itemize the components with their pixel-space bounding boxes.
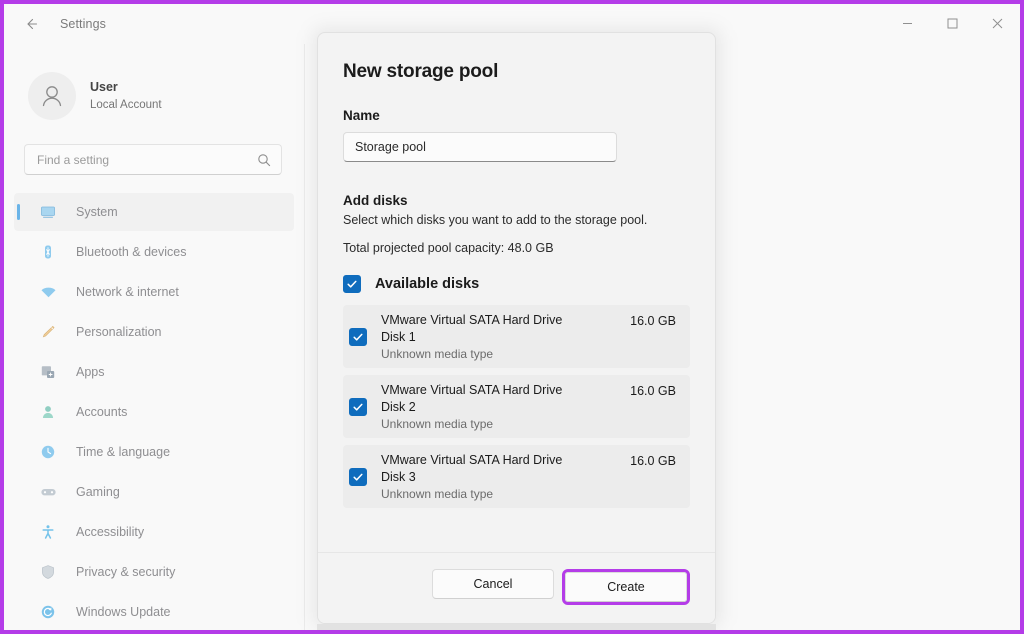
disk-media-type: Unknown media type bbox=[381, 486, 630, 503]
dialog-title: New storage pool bbox=[343, 61, 690, 83]
avatar bbox=[28, 72, 76, 120]
disk-text: VMware Virtual SATA Hard Drive Disk 2 Un… bbox=[381, 381, 630, 433]
dialog-bottom-strip bbox=[317, 624, 716, 630]
disk-text: VMware Virtual SATA Hard Drive Disk 3 Un… bbox=[381, 451, 630, 503]
available-disks-label: Available disks bbox=[375, 276, 479, 292]
window-title: Settings bbox=[60, 17, 106, 31]
table-row[interactable]: VMware Virtual SATA Hard Drive Disk 1 Un… bbox=[343, 305, 690, 368]
sidebar-item-label: Accessibility bbox=[76, 525, 144, 539]
account-block[interactable]: User Local Account bbox=[4, 44, 304, 128]
close-icon bbox=[992, 18, 1003, 29]
table-row[interactable]: VMware Virtual SATA Hard Drive Disk 3 Un… bbox=[343, 445, 690, 508]
disk-size: 16.0 GB bbox=[630, 314, 676, 328]
disk-name: Disk 1 bbox=[381, 329, 630, 346]
back-button[interactable] bbox=[14, 7, 48, 41]
clock-icon bbox=[38, 442, 58, 462]
maximize-icon bbox=[947, 18, 958, 29]
cancel-button[interactable]: Cancel bbox=[432, 569, 554, 599]
table-row[interactable]: VMware Virtual SATA Hard Drive Disk 2 Un… bbox=[343, 375, 690, 438]
sidebar-nav: System Bluetooth & devices Network & int… bbox=[4, 193, 304, 630]
bluetooth-icon bbox=[38, 242, 58, 262]
account-name: User bbox=[90, 79, 162, 95]
disk-checkbox[interactable] bbox=[349, 398, 367, 416]
name-label: Name bbox=[343, 108, 690, 123]
search-box[interactable] bbox=[24, 144, 282, 175]
disk-checkbox[interactable] bbox=[349, 328, 367, 346]
sidebar-item-label: Gaming bbox=[76, 485, 120, 499]
create-button[interactable]: Create bbox=[565, 572, 687, 602]
brush-icon bbox=[38, 322, 58, 342]
sidebar-item-bluetooth-devices[interactable]: Bluetooth & devices bbox=[14, 233, 294, 271]
search-input[interactable] bbox=[37, 153, 257, 167]
dialog-body: New storage pool Name Add disks Select w… bbox=[318, 33, 715, 552]
wifi-icon bbox=[38, 282, 58, 302]
close-button[interactable] bbox=[975, 4, 1020, 42]
sidebar-item-label: Personalization bbox=[76, 325, 161, 339]
minimize-icon bbox=[902, 18, 913, 29]
content-divider bbox=[304, 44, 305, 630]
sidebar-item-label: System bbox=[76, 205, 118, 219]
arrow-left-icon bbox=[23, 16, 39, 32]
account-icon bbox=[38, 402, 58, 422]
apps-icon bbox=[38, 362, 58, 382]
sidebar-item-personalization[interactable]: Personalization bbox=[14, 313, 294, 351]
sidebar-item-windows-update[interactable]: Windows Update bbox=[14, 593, 294, 630]
new-storage-pool-dialog: New storage pool Name Add disks Select w… bbox=[317, 32, 716, 624]
accessibility-icon bbox=[38, 522, 58, 542]
disk-name: Disk 3 bbox=[381, 469, 630, 486]
disk-list: VMware Virtual SATA Hard Drive Disk 1 Un… bbox=[343, 305, 690, 508]
update-icon bbox=[38, 602, 58, 622]
account-text: User Local Account bbox=[90, 79, 162, 113]
sidebar-item-accessibility[interactable]: Accessibility bbox=[14, 513, 294, 551]
sidebar-item-label: Apps bbox=[76, 365, 105, 379]
disk-model: VMware Virtual SATA Hard Drive bbox=[381, 383, 562, 397]
annotation-frame: Settings bbox=[0, 0, 1024, 634]
disk-model: VMware Virtual SATA Hard Drive bbox=[381, 313, 562, 327]
name-input[interactable] bbox=[343, 132, 617, 162]
shield-icon bbox=[38, 562, 58, 582]
available-disks-checkbox[interactable] bbox=[343, 275, 361, 293]
sidebar-item-network-internet[interactable]: Network & internet bbox=[14, 273, 294, 311]
total-capacity-text: Total projected pool capacity: 48.0 GB bbox=[343, 241, 690, 255]
create-button-highlight: Create bbox=[562, 569, 690, 605]
account-subtitle: Local Account bbox=[90, 97, 162, 113]
search-icon bbox=[257, 153, 271, 167]
window-controls bbox=[885, 4, 1020, 44]
settings-window: Settings bbox=[4, 4, 1020, 630]
sidebar-item-label: Privacy & security bbox=[76, 565, 175, 579]
maximize-button[interactable] bbox=[930, 4, 975, 42]
disk-checkbox[interactable] bbox=[349, 468, 367, 486]
disk-model: VMware Virtual SATA Hard Drive bbox=[381, 453, 562, 467]
dialog-footer: Cancel Create bbox=[318, 552, 715, 623]
sidebar-item-privacy-security[interactable]: Privacy & security bbox=[14, 553, 294, 591]
add-disks-heading: Add disks bbox=[343, 193, 690, 208]
sidebar-item-label: Accounts bbox=[76, 405, 127, 419]
sidebar-item-accounts[interactable]: Accounts bbox=[14, 393, 294, 431]
monitor-icon bbox=[38, 202, 58, 222]
minimize-button[interactable] bbox=[885, 4, 930, 42]
sidebar-item-time-language[interactable]: Time & language bbox=[14, 433, 294, 471]
sidebar-item-label: Time & language bbox=[76, 445, 170, 459]
sidebar: User Local Account System bbox=[4, 44, 304, 630]
add-disks-description: Select which disks you want to add to th… bbox=[343, 212, 690, 229]
disk-name: Disk 2 bbox=[381, 399, 630, 416]
gamepad-icon bbox=[38, 482, 58, 502]
available-disks-row[interactable]: Available disks bbox=[343, 275, 690, 293]
disk-media-type: Unknown media type bbox=[381, 346, 630, 363]
disk-media-type: Unknown media type bbox=[381, 416, 630, 433]
sidebar-item-label: Windows Update bbox=[76, 605, 171, 619]
sidebar-item-label: Network & internet bbox=[76, 285, 179, 299]
person-icon bbox=[37, 81, 67, 111]
sidebar-item-label: Bluetooth & devices bbox=[76, 245, 187, 259]
sidebar-item-gaming[interactable]: Gaming bbox=[14, 473, 294, 511]
disk-text: VMware Virtual SATA Hard Drive Disk 1 Un… bbox=[381, 311, 630, 363]
disk-size: 16.0 GB bbox=[630, 384, 676, 398]
disk-size: 16.0 GB bbox=[630, 454, 676, 468]
sidebar-item-system[interactable]: System bbox=[14, 193, 294, 231]
sidebar-item-apps[interactable]: Apps bbox=[14, 353, 294, 391]
